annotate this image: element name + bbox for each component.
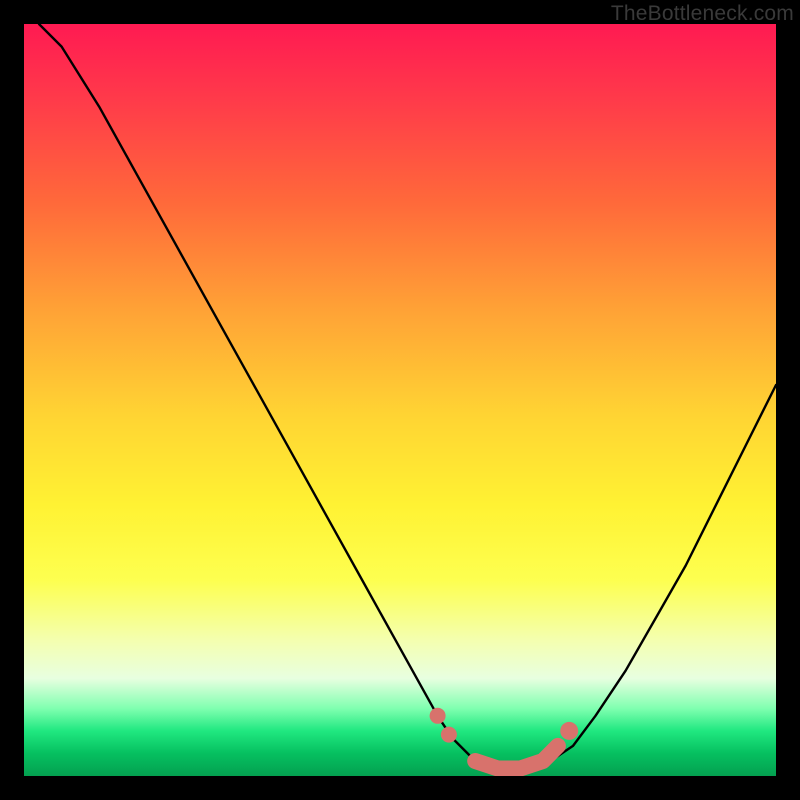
- highlight-dot: [560, 722, 578, 740]
- bottleneck-curve: [39, 24, 776, 769]
- highlight-dot: [430, 708, 446, 724]
- bottleneck-chart-svg: [24, 24, 776, 776]
- minimum-highlight-line: [475, 746, 558, 769]
- watermark-text: TheBottleneck.com: [611, 2, 794, 26]
- chart-plot-area: [24, 24, 776, 776]
- minimum-highlight-dots: [430, 708, 579, 743]
- highlight-dot: [441, 727, 457, 743]
